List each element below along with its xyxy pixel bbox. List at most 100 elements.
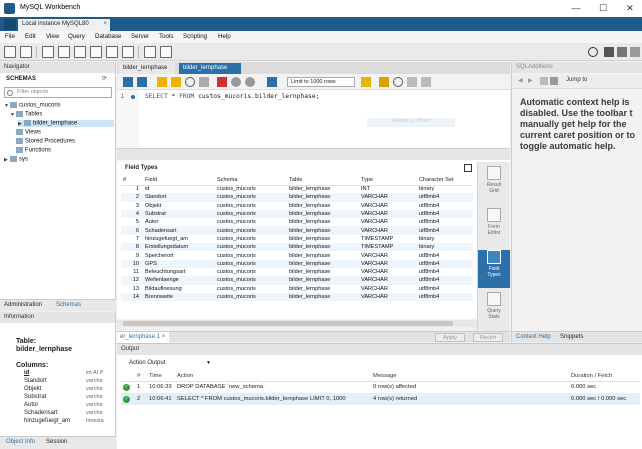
table-cell[interactable]: 12 [121,276,143,285]
table-cell[interactable]: Beleuchtungsart [143,268,215,276]
create-function-icon[interactable] [122,46,134,58]
stop-on-error-icon[interactable] [217,77,227,87]
query-stats-button[interactable]: Query Stats [478,292,510,330]
table-cell[interactable]: bilder_lernphase [287,268,359,276]
tree-item-tables[interactable]: ▼ Tables [10,111,42,118]
tree-item-functions[interactable]: Functions [16,147,51,154]
output-row[interactable]: ✓ 2 10:06:41 SELECT * FROM custos_mucoris.b… [121,393,640,405]
back-icon[interactable]: ◀ [518,77,523,84]
table-cell[interactable]: VARCHAR [359,292,417,302]
table-cell[interactable]: bilder_lernphase [287,226,359,235]
output-cell[interactable]: 0 row(s) affected [371,381,569,393]
table-cell[interactable]: id [143,185,215,193]
create-schema-icon[interactable] [58,46,70,58]
reconnect-icon[interactable] [160,46,172,58]
output-cell[interactable]: 1 [135,381,147,393]
output-cell[interactable]: 4 row(s) returned [371,393,569,405]
tree-item-table-selected[interactable]: ▶ bilder_lernphase [18,120,114,127]
table-cell[interactable]: bilder_lernphase [287,292,359,302]
table-cell[interactable]: utf8mb4 [417,218,473,226]
table-cell[interactable]: custos_mucoris [215,209,287,219]
execute-current-icon[interactable] [171,77,181,87]
table-cell[interactable]: 5 [121,218,143,226]
table-cell[interactable]: Wellenlaenge [143,276,215,285]
forward-icon[interactable]: ▶ [528,77,533,84]
table-cell[interactable]: TIMESTAMP [359,243,417,252]
filter-objects-input[interactable]: Filter objects [4,87,112,98]
form-editor-button[interactable]: Form Editor [478,208,510,246]
tree-item-sys[interactable]: ▶ sys [4,156,28,163]
close-button[interactable]: ✕ [623,2,637,14]
menu-scripting[interactable]: Scripting [183,33,207,40]
output-cell[interactable]: 10:06:33 [147,381,175,393]
save-icon[interactable] [137,77,147,87]
commit-icon[interactable] [231,77,241,87]
table-cell[interactable]: custos_mucoris [215,226,287,235]
tree-item-stored-procedures[interactable]: Stored Procedures [16,138,75,145]
table-cell[interactable]: Speicherort [143,251,215,259]
table-cell[interactable]: 10 [121,259,143,268]
table-cell[interactable]: Standort [143,193,215,202]
table-cell[interactable]: utf8mb4 [417,193,473,202]
table-cell[interactable]: 6 [121,226,143,235]
table-cell[interactable]: binary [417,185,473,193]
table-cell[interactable]: VARCHAR [359,259,417,268]
manual-help-icon[interactable] [550,77,558,85]
tree-item-views[interactable]: Views [16,129,41,136]
menu-view[interactable]: View [46,33,59,40]
sql-statement[interactable]: SELECT * FROM custos_mucoris.bilder_lern… [145,93,319,100]
autocommit-icon[interactable] [267,77,277,87]
table-cell[interactable]: custos_mucoris [215,251,287,259]
toggle-output-icon[interactable] [617,47,627,57]
horizontal-scrollbar[interactable] [117,320,477,327]
find-replace-icon[interactable] [393,77,403,87]
editor-tab-1[interactable]: bilder_lernphase [119,63,175,74]
invisible-chars-icon[interactable] [407,77,417,87]
table-cell[interactable]: utf8mb4 [417,209,473,219]
table-cell[interactable]: custos_mucoris [215,259,287,268]
table-cell[interactable]: bilder_lernphase [287,218,359,226]
execute-icon[interactable] [157,77,167,87]
table-cell[interactable]: VARCHAR [359,226,417,235]
table-cell[interactable]: bilder_lernphase [287,243,359,252]
tab-snippets[interactable]: Snippets [560,334,583,340]
limit-rows-select[interactable]: Limit to 1000 rows [287,77,355,87]
table-cell[interactable]: bilder_lernphase [287,193,359,202]
field-types-button[interactable]: Field Types [478,250,510,288]
table-row[interactable]: 2 Standort custos_mucoris bilder_lernphase V… [121,193,473,202]
menu-server[interactable]: Server [131,33,149,40]
table-cell[interactable]: custos_mucoris [215,218,287,226]
table-cell[interactable]: utf8mb4 [417,251,473,259]
column-header[interactable]: Character Set [417,176,473,186]
table-row[interactable]: 7 hinzugefuegt_am custos_mucoris bilder_ler… [121,235,473,243]
table-cell[interactable]: bilder_lernphase [287,251,359,259]
menu-tools[interactable]: Tools [159,33,173,40]
beautify-icon[interactable] [379,77,389,87]
scrollbar-thumb[interactable] [123,321,453,326]
table-cell[interactable]: bilder_lernphase [287,276,359,285]
menu-file[interactable]: File [5,33,15,40]
word-wrap-icon[interactable] [421,77,431,87]
table-cell[interactable]: custos_mucoris [215,185,287,193]
table-row[interactable]: 3 Objekt custos_mucoris bilder_lernphase VAR… [121,202,473,210]
new-sql-tab-icon[interactable] [4,46,16,58]
menu-help[interactable]: Help [218,33,231,40]
table-cell[interactable]: bilder_lernphase [287,285,359,293]
column-header[interactable]: Time [147,372,175,382]
create-view-icon[interactable] [90,46,102,58]
table-cell[interactable]: Objekt [143,202,215,210]
table-cell[interactable]: 3 [121,202,143,210]
table-cell[interactable]: binary [417,235,473,243]
table-cell[interactable]: 1 [121,185,143,193]
table-cell[interactable]: bilder_lernphase [287,235,359,243]
table-row[interactable]: 9 Speicherort custos_mucoris bilder_lernpha… [121,251,473,259]
table-cell[interactable]: bilder_lernphase [287,185,359,193]
table-cell[interactable]: 9 [121,251,143,259]
table-cell[interactable]: Substrat [143,209,215,219]
output-cell[interactable]: 0.000 sec / 0.000 sec [569,393,640,405]
result-grid-button[interactable]: Result Grid [478,166,510,204]
table-cell[interactable]: 8 [121,243,143,252]
inspector-icon[interactable] [42,46,54,58]
tab-administration[interactable]: Administration [4,302,42,308]
table-row[interactable]: 13 Bildaufloesung custos_mucoris bilder_ler… [121,285,473,293]
